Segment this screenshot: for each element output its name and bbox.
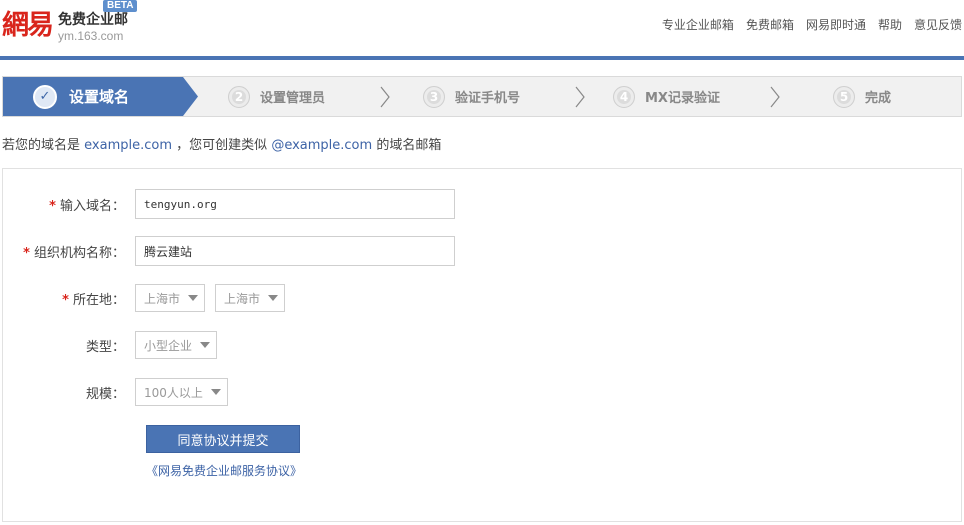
org-label: * 组织机构名称：: [23, 245, 125, 261]
nav-feedback[interactable]: 意见反馈: [914, 16, 962, 33]
province-select[interactable]: 上海市: [135, 284, 206, 312]
scale-row: 规模： 100人以上: [3, 378, 238, 406]
agree-submit-button[interactable]: 同意协议并提交: [146, 425, 300, 453]
required-mark: *: [23, 245, 30, 261]
chevron-right-icon: [575, 86, 585, 108]
required-mark: *: [49, 198, 56, 214]
logo-mark: 網易: [2, 10, 54, 41]
domain-input[interactable]: tengyun.org: [135, 189, 455, 219]
caret-down-icon: [210, 389, 221, 395]
step-number: 4: [613, 85, 635, 108]
step-label: 设置管理员: [260, 91, 326, 106]
hint-example-domain: example.com: [84, 138, 173, 153]
location-label: * 所在地：: [62, 292, 125, 308]
org-name-input[interactable]: 腾云建站: [135, 236, 455, 266]
chevron-right-icon: [770, 86, 780, 108]
logo-text: 免费企业邮 ym.163.com: [58, 12, 128, 43]
step-label: 完成: [865, 91, 892, 106]
step-label: MX记录验证: [645, 91, 720, 106]
beta-badge: BETA: [103, 0, 138, 12]
step-1-set-domain: ✓ 设置域名: [33, 77, 129, 116]
nav-free-mail[interactable]: 免费邮箱: [746, 16, 794, 33]
step-2-set-admin: 2 设置管理员: [228, 77, 325, 116]
top-nav: 专业企业邮箱 免费邮箱 网易即时通 帮助 意见反馈: [650, 16, 962, 33]
hint-middle: ，您可创建类似: [176, 138, 268, 153]
required-mark: *: [62, 292, 69, 308]
step-4-mx-verify: 4 MX记录验证: [613, 77, 720, 116]
service-agreement-link[interactable]: 《网易免费企业邮服务协议》: [146, 462, 302, 479]
nav-enterprise-mail[interactable]: 专业企业邮箱: [662, 16, 734, 33]
step-5-complete: 5 完成: [833, 77, 891, 116]
hint-prefix: 若您的域名是: [2, 138, 81, 153]
type-select[interactable]: 小型企业: [135, 331, 218, 359]
nav-help[interactable]: 帮助: [878, 16, 902, 33]
domain-hint: 若您的域名是 example.com ，您可创建类似 @example.com …: [2, 134, 441, 153]
header: 網易 免费企业邮 ym.163.com BETA 专业企业邮箱 免费邮箱 网易即…: [0, 0, 964, 56]
domain-row: * 输入域名： tengyun.org: [3, 189, 455, 219]
scale-select[interactable]: 100人以上: [135, 378, 228, 406]
step-progress-bar: ✓ 设置域名 2 设置管理员 3 验证手机号 4 MX记录验证 5 完成: [2, 76, 962, 117]
org-row: * 组织机构名称： 腾云建站: [3, 236, 455, 266]
logo-title: 免费企业邮: [58, 12, 128, 28]
step-number: 2: [228, 85, 250, 108]
hint-suffix: 的域名邮箱: [376, 138, 442, 153]
step-number: 3: [423, 85, 445, 108]
type-label: 类型：: [85, 339, 125, 355]
step-number: 5: [833, 85, 855, 108]
domain-label: * 输入域名：: [49, 198, 125, 214]
header-divider: [0, 56, 964, 60]
hint-example-mail: @example.com: [271, 138, 373, 153]
city-select[interactable]: 上海市: [215, 284, 286, 312]
logo[interactable]: 網易 免费企业邮 ym.163.com BETA: [2, 0, 138, 44]
step-label: 验证手机号: [455, 91, 521, 106]
type-row: 类型： 小型企业: [3, 331, 227, 359]
caret-down-icon: [268, 295, 279, 301]
caret-down-icon: [188, 295, 199, 301]
scale-label: 规模：: [85, 386, 125, 402]
step-label: 设置域名: [69, 88, 130, 106]
location-row: * 所在地： 上海市 上海市: [3, 284, 295, 312]
caret-down-icon: [200, 342, 211, 348]
check-icon: ✓: [33, 84, 57, 109]
logo-domain: ym.163.com: [58, 29, 124, 43]
nav-popo[interactable]: 网易即时通: [806, 16, 866, 33]
chevron-right-icon: [380, 86, 390, 108]
step-3-verify-phone: 3 验证手机号: [423, 77, 520, 116]
domain-form: * 输入域名： tengyun.org * 组织机构名称： 腾云建站 * 所在地： 上…: [2, 168, 962, 522]
